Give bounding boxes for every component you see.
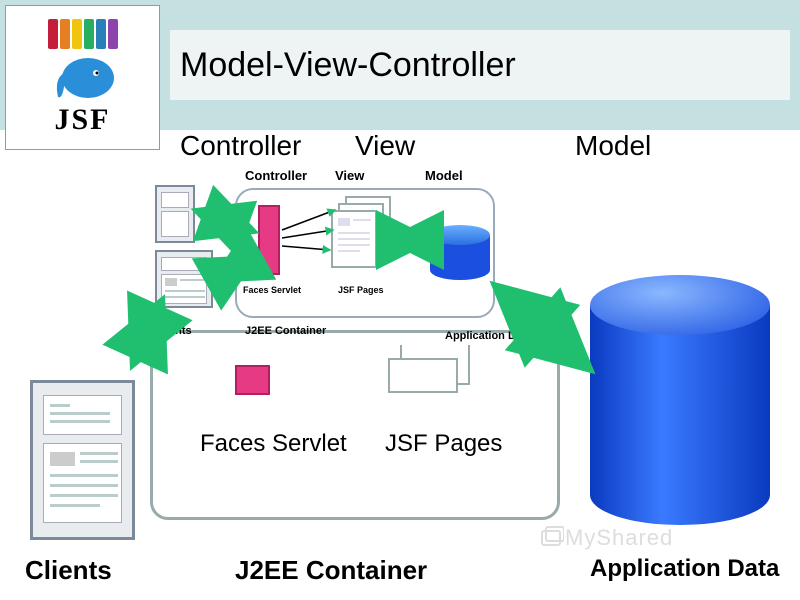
inner-label-model: Model [425,168,463,183]
inner-faces-servlet-label: Faces Servlet [243,285,301,295]
mid-j2ee-label: J2EE Container [245,325,326,337]
watermark-text: MyShared [565,525,673,551]
bottom-appdata-label: Application Data [590,555,779,583]
outer-faces-servlet-label: Faces Servlet [200,430,347,458]
section-label-view: View [355,130,415,162]
j2ee-container-outer [150,330,560,520]
jsf-page-1 [331,210,377,268]
section-label-controller: Controller [180,130,301,162]
inner-label-view: View [335,168,364,183]
bottom-clients-label: Clients [25,555,112,586]
inner-label-controller: Controller [245,168,307,183]
jsf-page-outer-2 [388,358,458,393]
page-title: Model-View-Controller [180,46,516,85]
outer-jsf-pages-label: JSF Pages [385,430,502,458]
faces-servlet-inner [258,205,280,275]
mvc-diagram: Controller View Model Controller View Mo… [0,130,800,600]
title-band: Model-View-Controller [170,30,790,100]
jsf-logo: JSF [5,5,160,150]
inner-jsf-pages-label: JSF Pages [338,285,384,295]
client-device-browser-small [155,250,213,308]
bottom-j2ee-label: J2EE Container [235,555,427,586]
elephant-icon [48,53,118,103]
watermark-icon [540,525,564,549]
client-device-pda-small [155,185,195,243]
application-data-cylinder-small [430,225,490,280]
faces-servlet-outer [235,365,270,395]
section-label-model: Model [575,130,651,162]
logo-bars-icon [48,19,118,49]
mid-clients-label: Clients [155,325,192,337]
client-device-large [30,380,135,540]
mid-appdata-label: Application Data [445,330,532,342]
application-data-cylinder-large [590,275,770,525]
